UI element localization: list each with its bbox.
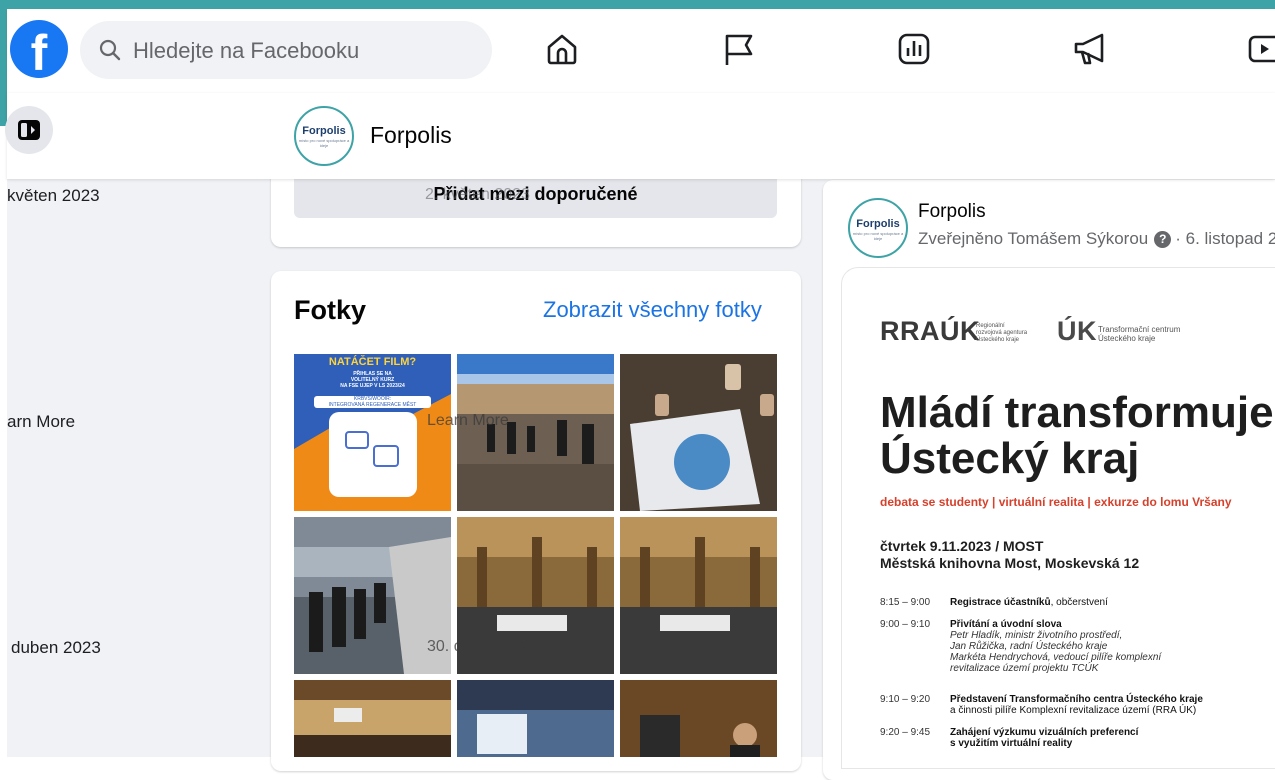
- question-icon[interactable]: ?: [1154, 231, 1172, 248]
- sidebar-toggle-icon: [18, 120, 40, 140]
- program-time: 9:00 – 9:10: [880, 619, 931, 630]
- presentation-photo-graphic: [457, 680, 614, 757]
- program-time: 9:10 – 9:20: [880, 694, 931, 705]
- sidebar-learn-more[interactable]: arn More: [7, 412, 75, 432]
- poster-date: čtvrtek 9.11.2023 / MOST: [880, 538, 1044, 554]
- search-placeholder: Hledejte na Facebooku: [133, 38, 360, 63]
- program-item: Přivítání a úvodní slova Petr Hladík, mi…: [950, 619, 1161, 674]
- home-icon[interactable]: [544, 31, 580, 67]
- program-item-title: Přivítání a úvodní slova: [950, 619, 1062, 630]
- post-published-by: Zveřejněno Tomášem Sýkorou: [918, 229, 1149, 248]
- program-item-detail: Petr Hladík, ministr životního prostředí…: [950, 630, 1123, 641]
- logo-word: Forpolis: [302, 125, 346, 137]
- page-header: [7, 93, 1275, 179]
- program-item-detail: Jan Růžička, radní Ústeckého kraje: [950, 641, 1108, 652]
- speaker-photo-graphic: [620, 680, 777, 757]
- film-line-3: NA FSE UJEP V LS 2023/24: [340, 383, 405, 389]
- program-time: 8:15 – 9:00: [880, 597, 931, 608]
- rra-sub-1: Regionální: [976, 323, 1005, 329]
- post-poster-image[interactable]: RRAÚK Regionální rozvojová agentura Úste…: [842, 268, 1275, 768]
- poster-place: Městská knihovna Most, Moskevská 12: [880, 555, 1140, 571]
- uk-logo-subtitle: Transformační centrum Ústeckého kraje: [1098, 325, 1180, 343]
- page-title[interactable]: Forpolis: [370, 122, 452, 149]
- uk-sub-2: Ústeckého kraje: [1098, 334, 1156, 343]
- program-item: Představení Transformačního centra Ústec…: [950, 694, 1203, 716]
- poster-title-line-2: Ústecký kraj: [880, 434, 1140, 483]
- post-date[interactable]: · 6. listopad 2: [1175, 229, 1275, 248]
- program-item-detail: Markéta Hendrychová, vedoucí pilíře komp…: [950, 652, 1162, 663]
- photo-speaker[interactable]: [620, 680, 777, 757]
- photo-rooftop-group[interactable]: [457, 354, 614, 511]
- ceiling-photo-graphic: [294, 680, 451, 757]
- film-box-line-2: INTEGROVANÁ REGENERACE MĚST: [328, 402, 417, 408]
- photo-film-course-poster[interactable]: NATÁČET FILM? PŘIHLAS SE NA VOLITELNÝ KU…: [294, 354, 451, 511]
- rra-sub-2: rozvojová agentura: [976, 330, 1028, 336]
- sidebar-date-april: duben 2023: [11, 638, 101, 657]
- rooftop-photo-graphic: [457, 354, 614, 511]
- video-icon[interactable]: [1247, 31, 1275, 67]
- rraUK-logo: RRAÚK: [880, 316, 980, 346]
- poster-title-line-1: Mládí transformuje: [880, 388, 1274, 437]
- photo-presentation[interactable]: [457, 680, 614, 757]
- facebook-logo[interactable]: f: [10, 20, 68, 78]
- post-meta: Zveřejněno Tomášem Sýkorou? · 6. listopad…: [918, 229, 1275, 249]
- post-author-avatar[interactable]: Forpolis místo pro nové spolupráce a ide…: [848, 198, 908, 258]
- program-item: Zahájení výzkumu vizuálních preferencí s…: [950, 727, 1138, 749]
- see-all-photos-link[interactable]: Zobrazit všechny fotky: [543, 297, 762, 323]
- program-item-title: Registrace účastníků: [950, 597, 1051, 608]
- avatar-logo-word: Forpolis: [856, 218, 900, 230]
- photos-title: Fotky: [294, 295, 367, 325]
- program-item-detail: revitalizace území projektu TCÚK: [950, 663, 1099, 674]
- program-item-detail: a činnosti pilíře Komplexní revitalizace…: [950, 705, 1197, 716]
- program-time: 9:20 – 9:45: [880, 727, 931, 738]
- interior-photo-graphic-2: [620, 517, 777, 674]
- photo-coffee-table[interactable]: [620, 354, 777, 511]
- program-item-title: Zahájení výzkumu vizuálních preferencí: [950, 727, 1139, 738]
- coffee-photo-graphic: [620, 354, 777, 511]
- ghost-date-label: 2. květen 2023: [425, 186, 530, 203]
- film-box: KRBVS/WOOIR: INTEGROVANÁ REGENERACE MĚST: [314, 396, 431, 408]
- uk-logo: ÚK: [1057, 316, 1097, 346]
- rra-sub-3: Ústeckého kraje: [976, 337, 1020, 343]
- post-author-name[interactable]: Forpolis: [918, 201, 986, 223]
- uk-sub-1: Transformační centrum: [1098, 325, 1181, 334]
- search-input[interactable]: Hledejte na Facebooku: [80, 21, 492, 79]
- poster-tagline: debata se studenty | virtuální realita |…: [880, 495, 1232, 509]
- page-logo[interactable]: Forpolis místo pro nové spolupráce a ide…: [294, 106, 354, 166]
- program-item: Registrace účastníků, občerstvení: [950, 597, 1108, 608]
- photo-interior-2[interactable]: [620, 517, 777, 674]
- logo-subtitle: místo pro nové spolupráce a ideje: [298, 138, 350, 148]
- sidebar-date-may: květen 2023: [7, 186, 100, 205]
- photo-overlay-date: 30. duben 2023: [427, 638, 539, 655]
- program-item-title: Představení Transformačního centra Ústec…: [950, 694, 1203, 705]
- window-frame-top: [0, 0, 1275, 9]
- avatar-logo-subtitle: místo pro nové spolupráce a ideje: [852, 231, 904, 241]
- poster-title: Mládí transformuje Ústecký kraj: [880, 390, 1274, 482]
- program-item-rest: , občerstvení: [1050, 597, 1108, 608]
- program-item-detail: s využitím virtuální reality: [950, 738, 1073, 749]
- chart-icon[interactable]: [896, 31, 932, 67]
- sidebar-toggle-button[interactable]: [5, 106, 53, 154]
- flag-icon[interactable]: [721, 31, 757, 67]
- photo-overlay-learn-more: Learn More: [427, 412, 509, 429]
- rraUK-logo-subtitle: Regionální rozvojová agentura Ústeckého …: [976, 323, 1027, 344]
- recommend-button[interactable]: Přidat mezi doporučené: [294, 174, 777, 218]
- film-heading: NATÁČET FILM?: [328, 356, 417, 368]
- search-icon: [99, 39, 121, 61]
- megaphone-icon[interactable]: [1072, 31, 1110, 67]
- photo-room-ceiling[interactable]: [294, 680, 451, 757]
